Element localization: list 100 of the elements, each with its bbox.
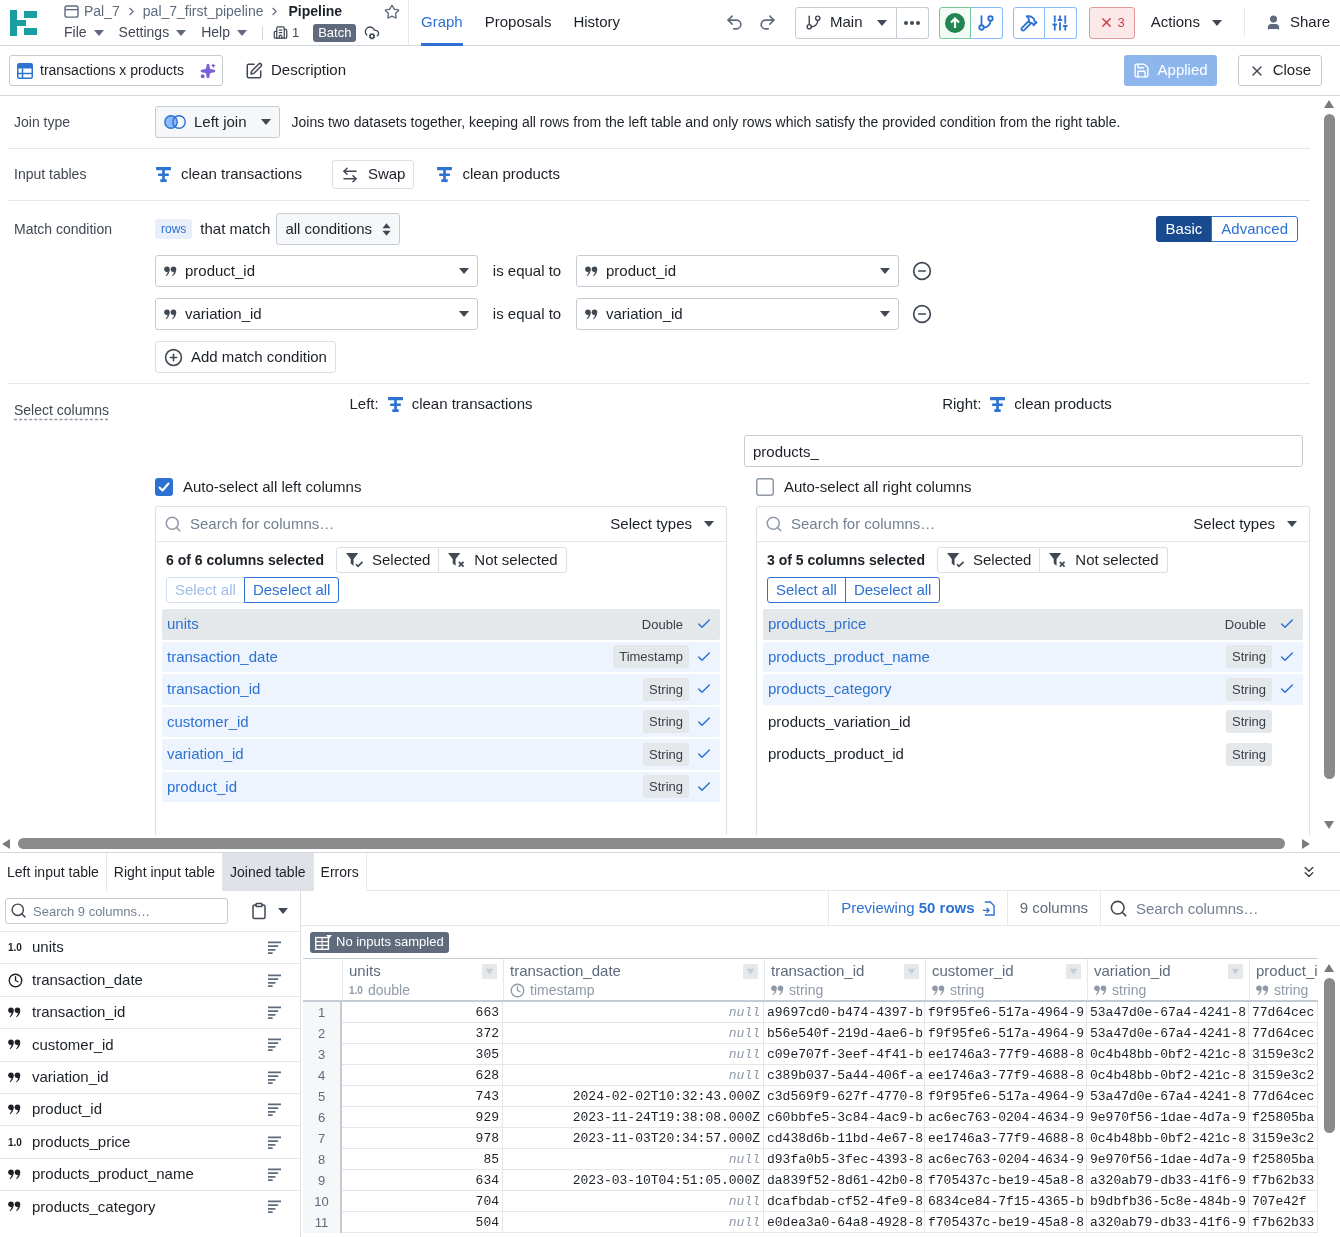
tab[interactable]: Errors (313, 853, 367, 891)
column-header[interactable]: customer_id string (925, 959, 1087, 1000)
errors-button[interactable]: 3 (1088, 6, 1135, 39)
scroll-up-icon[interactable] (1324, 964, 1334, 972)
filter-button[interactable]: Selected (936, 547, 1041, 573)
share-button[interactable]: Share (1264, 11, 1330, 34)
deploy-button[interactable] (938, 6, 971, 39)
add-condition-button[interactable]: Add match condition (155, 341, 336, 373)
settings-button[interactable] (1044, 6, 1077, 39)
lines-icon[interactable] (267, 1103, 282, 1117)
preview-rows-button[interactable]: Previewing 50 rows (828, 891, 1007, 925)
lines-icon[interactable] (267, 973, 282, 987)
column-row[interactable]: product_id String (162, 771, 720, 802)
actions-menu[interactable]: Actions (1150, 11, 1222, 34)
column-row[interactable]: transaction_date Timestamp (162, 641, 720, 672)
remove-icon[interactable] (912, 304, 932, 324)
match-mode-select[interactable]: all conditions (276, 213, 401, 245)
sparkle-icon[interactable] (200, 62, 216, 79)
more-button[interactable] (896, 6, 929, 39)
column-row[interactable]: products_price Double (763, 609, 1303, 640)
column-row[interactable]: customer_id String (162, 706, 720, 737)
column-item[interactable]: customer_id (0, 1028, 300, 1061)
breadcrumb-link[interactable]: Pal_7 (84, 1, 120, 22)
tab[interactable]: History (573, 0, 621, 46)
filter-button[interactable]: Not selected (1040, 547, 1168, 573)
transform-name-field[interactable]: transactions x products (9, 55, 223, 86)
bulk-select-button[interactable]: Select all (767, 577, 846, 603)
filter-button[interactable]: Not selected (439, 547, 567, 573)
breadcrumb-link[interactable]: pal_7_first_pipeline (142, 1, 264, 22)
type-select[interactable]: Select types (610, 512, 714, 536)
tab[interactable]: Proposals (484, 0, 552, 46)
filter-button[interactable]: Selected (335, 547, 440, 573)
column-select[interactable]: product_id (155, 255, 478, 287)
menu-button[interactable]: Help (201, 22, 247, 43)
tab[interactable]: Graph (421, 0, 463, 46)
bulk-select-button[interactable]: Deselect all (243, 577, 340, 603)
column-select[interactable]: product_id (576, 255, 899, 287)
column-row[interactable]: products_category String (763, 674, 1303, 705)
branch-button[interactable] (970, 6, 1003, 39)
menu-button[interactable]: File (64, 22, 104, 43)
scrollbar-thumb[interactable] (18, 838, 1285, 849)
lines-icon[interactable] (267, 1200, 282, 1214)
tab[interactable]: Left input table (0, 853, 107, 891)
scrollbar-thumb[interactable] (1323, 978, 1335, 1133)
cloud-gear-icon[interactable] (364, 24, 381, 41)
search-field[interactable]: Search for columns… (791, 512, 1194, 536)
close-button[interactable]: Close (1237, 55, 1322, 86)
build-button[interactable] (1012, 6, 1045, 39)
column-item[interactable]: 1.0 units (0, 931, 300, 964)
star-icon[interactable] (384, 3, 400, 20)
column-row[interactable]: variation_id String (162, 739, 720, 770)
editor-mode-tab[interactable]: Advanced (1211, 216, 1298, 242)
join-type-select[interactable]: Left join (155, 106, 280, 138)
column-header[interactable]: variation_id string (1087, 959, 1249, 1000)
column-search-field[interactable]: Search 9 columns… (5, 898, 228, 924)
branch-select[interactable]: Main (795, 6, 897, 39)
scroll-right-icon[interactable] (1302, 838, 1310, 849)
tab[interactable]: Right input table (106, 853, 224, 891)
column-row[interactable]: transaction_id String (162, 674, 720, 705)
column-row[interactable]: units Double (162, 609, 720, 640)
column-row[interactable]: products_product_name String (763, 641, 1303, 672)
scroll-left-icon[interactable] (2, 838, 10, 849)
editor-mode-tab[interactable]: Basic (1155, 216, 1213, 242)
lines-icon[interactable] (267, 1005, 282, 1019)
menu-button[interactable]: Settings (118, 22, 187, 43)
column-item[interactable]: transaction_id (0, 995, 300, 1029)
column-header[interactable]: transaction_id string (764, 959, 925, 1000)
remove-icon[interactable] (912, 261, 932, 281)
scroll-down-icon[interactable] (1324, 821, 1334, 829)
column-header[interactable]: units 1.0 double (342, 959, 503, 1000)
scrollbar-thumb[interactable] (1323, 114, 1335, 779)
checkbox[interactable] (155, 478, 173, 496)
column-select[interactable]: variation_id (155, 298, 478, 330)
checkbox[interactable] (756, 478, 774, 496)
swap-button[interactable]: Swap (331, 160, 415, 189)
tab[interactable]: Joined table (223, 853, 314, 891)
column-item[interactable]: 1.0 products_price (0, 1125, 300, 1158)
column-item[interactable]: products_product_name (0, 1157, 300, 1191)
bulk-select-button[interactable]: Deselect all (844, 577, 941, 603)
column-header[interactable]: transaction_date timestamp (503, 959, 764, 1000)
column-select[interactable]: variation_id (576, 298, 899, 330)
lines-icon[interactable] (267, 941, 282, 955)
column-item[interactable]: product_id (0, 1092, 300, 1126)
search-columns-field[interactable]: Search columns… (1136, 895, 1332, 921)
column-header[interactable]: product_i string (1249, 959, 1318, 1000)
search-field[interactable]: Search for columns… (190, 512, 611, 536)
prefix-field[interactable]: products_ (744, 435, 1303, 467)
lines-icon[interactable] (267, 1038, 282, 1052)
column-row[interactable]: products_variation_id String (763, 706, 1303, 737)
clipboard-icon[interactable] (250, 902, 268, 920)
undo-icon[interactable] (725, 13, 744, 32)
column-item[interactable]: variation_id (0, 1060, 300, 1093)
column-item[interactable]: transaction_date (0, 963, 300, 996)
column-row[interactable]: products_product_id String (763, 739, 1303, 770)
scroll-up-icon[interactable] (1324, 100, 1334, 108)
lines-icon[interactable] (267, 1167, 282, 1181)
description-button[interactable]: Description (245, 59, 347, 82)
redo-icon[interactable] (758, 13, 777, 32)
type-select[interactable]: Select types (1193, 512, 1297, 536)
column-item[interactable]: products_category (0, 1190, 300, 1223)
